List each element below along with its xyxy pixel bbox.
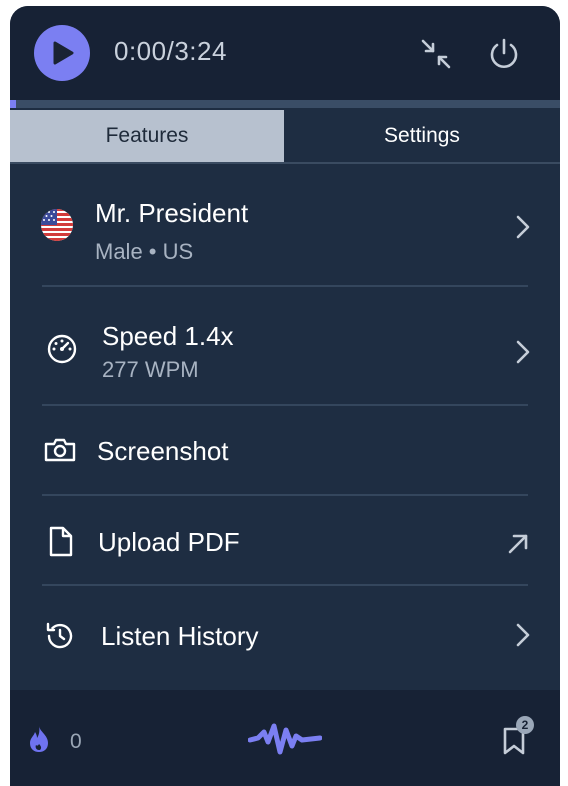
chevron-right-icon	[516, 340, 530, 364]
camera-icon	[44, 438, 76, 462]
progress-fill	[10, 100, 16, 108]
speed-label: Speed 1.4x	[102, 321, 234, 351]
chevron-right-icon	[516, 215, 530, 239]
speechify-logo-icon	[248, 723, 322, 755]
streak-count: 0	[70, 730, 82, 753]
power-icon	[490, 38, 518, 68]
footer-bar: 0	[10, 690, 560, 786]
listen-history-label: Listen History	[101, 621, 259, 651]
history-icon	[46, 622, 73, 649]
external-link-arrow-icon	[508, 534, 528, 554]
minimize-button[interactable]	[416, 34, 456, 74]
progress-bar[interactable]	[10, 100, 560, 108]
player-header: 0:00/3:24	[10, 6, 560, 100]
voice-name: Mr. President	[95, 198, 249, 228]
minimize-arrows-icon	[421, 39, 451, 69]
upload-pdf-row[interactable]: Upload PDF	[10, 496, 560, 584]
voice-row[interactable]: Mr. President Male • US	[10, 164, 560, 284]
speed-row[interactable]: Speed 1.4x 277 WPM	[10, 287, 560, 403]
bookmark-count-badge: 2	[516, 716, 534, 734]
player-panel: 0:00/3:24 Features Settings Mr. Presiden…	[10, 6, 560, 786]
screenshot-row[interactable]: Screenshot	[10, 406, 560, 494]
tab-bar: Features Settings	[10, 110, 560, 164]
tab-features[interactable]: Features	[10, 110, 284, 162]
voice-detail: Male • US	[95, 239, 194, 264]
chevron-right-icon	[516, 623, 530, 647]
flame-icon[interactable]	[28, 724, 50, 754]
listen-history-row[interactable]: Listen History	[10, 586, 560, 686]
play-button[interactable]	[34, 25, 90, 81]
us-flag-icon	[41, 209, 73, 241]
speed-wpm: 277 WPM	[102, 357, 199, 382]
document-icon	[49, 526, 73, 557]
playback-time: 0:00/3:24	[114, 36, 227, 66]
speedometer-icon	[47, 334, 77, 364]
screenshot-label: Screenshot	[97, 436, 229, 466]
power-button[interactable]	[484, 34, 524, 74]
tab-settings[interactable]: Settings	[284, 110, 560, 162]
play-icon	[53, 41, 74, 65]
upload-pdf-label: Upload PDF	[98, 527, 240, 557]
